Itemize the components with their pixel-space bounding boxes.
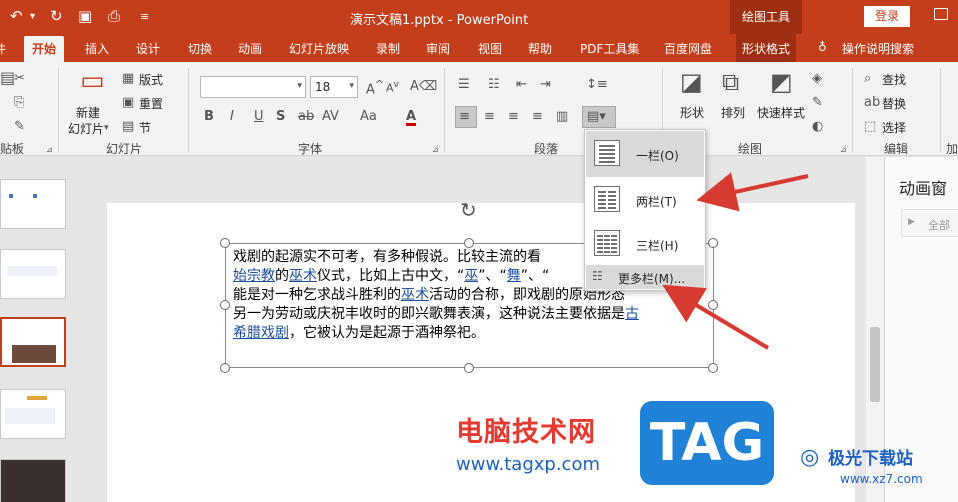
site-logo-url: www.xz7.com [840,472,923,486]
aurora-logo-icon: ◎ [800,445,820,470]
arrow-to-more-columns [662,284,770,350]
watermark-url: www.tagxp.com [456,454,600,475]
tag-logo: TAG [640,401,774,485]
watermark-text: 电脑技术网 [456,417,596,448]
arrow-to-two-columns [696,172,809,212]
site-logo-text: 极光下载站 [828,449,913,469]
